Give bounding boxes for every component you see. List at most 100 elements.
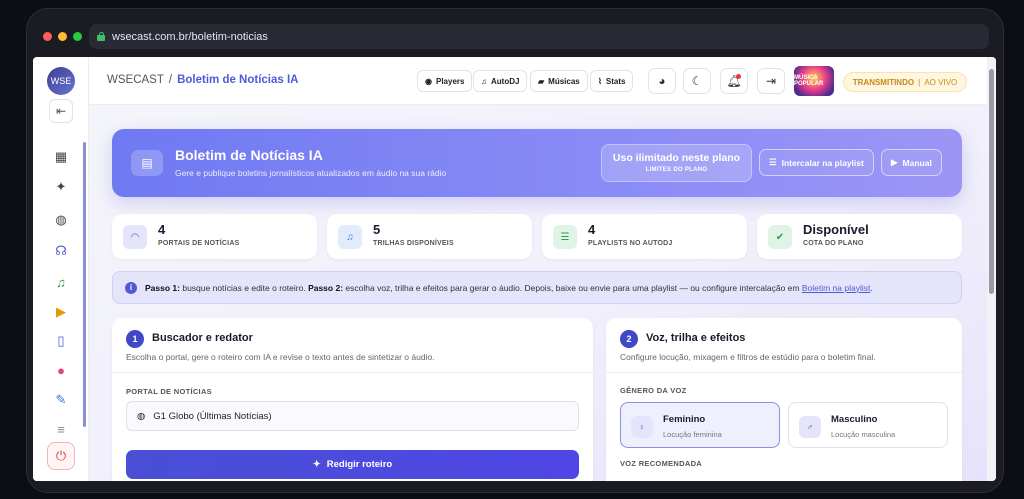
step2-text: escolha voz, trilha e efeitos para gerar… bbox=[345, 282, 800, 293]
step-number-1: 1 bbox=[126, 330, 144, 348]
hero-subtitle: Gere e publique boletins jornalísticos a… bbox=[175, 168, 447, 178]
players-button[interactable]: ◉ Players bbox=[417, 70, 473, 92]
step1-text: busque notícias e edite o roteiro. bbox=[182, 282, 306, 293]
manual-button[interactable]: ▶ Manual bbox=[881, 149, 942, 176]
boletim-playlist-link[interactable]: Boletim na playlist bbox=[802, 283, 871, 293]
info-end: . bbox=[870, 282, 873, 293]
step2-label: Passo 2: bbox=[308, 282, 344, 293]
globe-icon: ◍ bbox=[137, 410, 146, 422]
sidebar-users-icon[interactable]: ● bbox=[51, 360, 71, 380]
live-status-badge: TRANSMITINDO | AO VIVO bbox=[843, 72, 967, 92]
intercalar-label: Intercalar na playlist bbox=[781, 157, 864, 168]
autodj-button[interactable]: ♫ AutoDJ bbox=[473, 70, 528, 92]
stat-card: ♫ 5 TRILHAS DISPONÍVEIS bbox=[327, 214, 532, 259]
voz-subtitle: Configure locução, mixagem e filtros de … bbox=[620, 352, 876, 362]
stat-label: PLAYLISTS NO AUTODJ bbox=[588, 240, 673, 247]
logo-text: WSE bbox=[50, 76, 72, 86]
breadcrumb-brand[interactable]: WSECAST bbox=[107, 74, 164, 86]
musicas-label: Músicas bbox=[548, 76, 580, 86]
sidebar: WSE ⇤ ▦ ✦ ◍ ☊ ♫ ▶ ▯ ● ✎ ≡ ⏻ bbox=[33, 57, 89, 481]
maximize-dot[interactable] bbox=[73, 32, 82, 41]
female-icon: ♀ bbox=[631, 416, 653, 438]
power-icon: ⏻ bbox=[55, 448, 67, 463]
autodj-label: AutoDJ bbox=[491, 76, 520, 86]
minimize-dot[interactable] bbox=[58, 32, 67, 41]
scrollbar-thumb[interactable] bbox=[989, 69, 994, 294]
folder-icon: ▰ bbox=[538, 76, 545, 86]
collapse-icon: ⇤ bbox=[55, 104, 67, 118]
female-title: Feminino bbox=[663, 414, 706, 425]
palette-icon: ◕ bbox=[658, 74, 666, 88]
portal-select[interactable]: ◍ G1 Globo (Últimas Notícias) bbox=[126, 401, 579, 431]
station-logo[interactable]: WSE bbox=[47, 67, 75, 95]
stats-button[interactable]: ⌇ Stats bbox=[590, 70, 634, 92]
gender-male-option[interactable]: ♂ Masculino Locução masculina bbox=[788, 402, 948, 448]
male-title: Masculino bbox=[831, 414, 878, 425]
plan-main: Uso ilimitado neste plano bbox=[612, 152, 741, 164]
sidebar-dashboard-icon[interactable]: ▦ bbox=[51, 147, 71, 167]
play-circle-icon: ▶ bbox=[891, 157, 898, 167]
redigir-roteiro-button[interactable]: ✦ Redigir roteiro bbox=[126, 450, 579, 479]
players-label: Players bbox=[435, 76, 465, 86]
intercalar-playlist-button[interactable]: ☰ Intercalar na playlist bbox=[759, 149, 874, 176]
info-text: Passo 1: busque notícias e edite o rotei… bbox=[145, 283, 873, 293]
sidebar-play-circle-icon[interactable]: ▶ bbox=[51, 302, 71, 322]
stat-label: COTA DO PLANO bbox=[803, 240, 864, 247]
list-icon: ☰ bbox=[553, 225, 577, 249]
hero-banner: ▤ Boletim de Notícias IA Gere e publique… bbox=[112, 129, 962, 197]
dark-mode-button[interactable]: ☾ bbox=[683, 68, 711, 94]
sidebar-sliders-icon[interactable]: ≡ bbox=[51, 419, 71, 439]
male-sub: Locução masculina bbox=[831, 430, 896, 439]
sidebar-magic-wand-icon[interactable]: ✦ bbox=[51, 177, 71, 197]
female-sub: Locução feminina bbox=[663, 430, 722, 439]
url-text: wsecast.com.br/boletim-noticias bbox=[112, 30, 268, 43]
sidebar-headphones-icon[interactable]: ☊ bbox=[51, 241, 71, 261]
stat-value: 4 bbox=[158, 222, 166, 237]
theme-palette-button[interactable]: ◕ bbox=[648, 68, 676, 94]
logout-power-button[interactable]: ⏻ bbox=[47, 442, 75, 470]
stat-card: ◠ 4 PORTAIS DE NOTÍCIAS bbox=[112, 214, 317, 259]
stat-value: Disponível bbox=[803, 222, 869, 237]
voz-card: 2 Voz, trilha e efeitos Configure locuçã… bbox=[606, 318, 962, 481]
notification-dot bbox=[736, 74, 741, 79]
sidebar-scrollbar[interactable] bbox=[83, 142, 86, 427]
stat-label: PORTAIS DE NOTÍCIAS bbox=[158, 240, 240, 247]
sidebar-mobile-icon[interactable]: ▯ bbox=[51, 331, 71, 351]
magic-wand-icon: ✦ bbox=[312, 459, 321, 470]
card-divider bbox=[112, 372, 593, 373]
gender-female-option[interactable]: ♀ Feminino Locução feminina bbox=[620, 402, 780, 448]
page-scrollbar[interactable] bbox=[987, 57, 996, 481]
voz-title: Voz, trilha e efeitos bbox=[646, 332, 746, 344]
notifications-button[interactable]: 🔔︎ bbox=[720, 68, 748, 94]
autodj-icon: ♫ bbox=[481, 76, 487, 86]
lock-icon bbox=[97, 32, 105, 41]
music-note-icon: ♫ bbox=[338, 225, 362, 249]
window-controls bbox=[43, 32, 82, 41]
live-state: AO VIVO bbox=[924, 77, 958, 87]
newspaper-icon: ▤ bbox=[131, 150, 163, 176]
musicas-button[interactable]: ▰ Músicas bbox=[530, 70, 588, 92]
stat-label: TRILHAS DISPONÍVEIS bbox=[373, 240, 454, 247]
sidebar-music-icon[interactable]: ♫ bbox=[51, 272, 71, 292]
sidebar-globe-icon[interactable]: ◍ bbox=[51, 210, 71, 230]
plan-limits-badge[interactable]: Uso ilimitado neste plano LIMITES DO PLA… bbox=[601, 144, 752, 182]
check-circle-icon: ✔ bbox=[768, 225, 792, 249]
station-avatar[interactable]: MÚSICA POPULAR bbox=[794, 66, 834, 96]
manual-label: Manual bbox=[902, 157, 932, 168]
sign-out-icon: ⇥ bbox=[765, 74, 777, 88]
live-label: TRANSMITINDO bbox=[852, 77, 915, 87]
breadcrumb-current: Boletim de Notícias IA bbox=[177, 74, 299, 86]
collapse-sidebar-button[interactable]: ⇤ bbox=[49, 99, 73, 123]
exit-button[interactable]: ⇥ bbox=[757, 68, 785, 94]
hero-title: Boletim de Notícias IA bbox=[175, 147, 323, 163]
top-bar: WSECAST / Boletim de Notícias IA ◉ Players … bbox=[89, 57, 987, 105]
portal-value: G1 Globo (Últimas Notícias) bbox=[153, 410, 272, 422]
steps-info-banner: i Passo 1: busque notícias e edite o rot… bbox=[112, 271, 962, 304]
rss-icon: ◠ bbox=[123, 225, 147, 249]
close-dot[interactable] bbox=[43, 32, 52, 41]
stats-icon: ⌇ bbox=[598, 76, 602, 86]
buscador-subtitle: Escolha o portal, gere o roteiro com IA … bbox=[126, 352, 435, 362]
address-bar[interactable]: wsecast.com.br/boletim-noticias bbox=[89, 24, 989, 49]
app-viewport: WSE ⇤ ▦ ✦ ◍ ☊ ♫ ▶ ▯ ● ✎ ≡ ⏻ WSECAST / Boletim de No… bbox=[33, 57, 996, 481]
sidebar-wrench-icon[interactable]: ✎ bbox=[51, 390, 71, 410]
